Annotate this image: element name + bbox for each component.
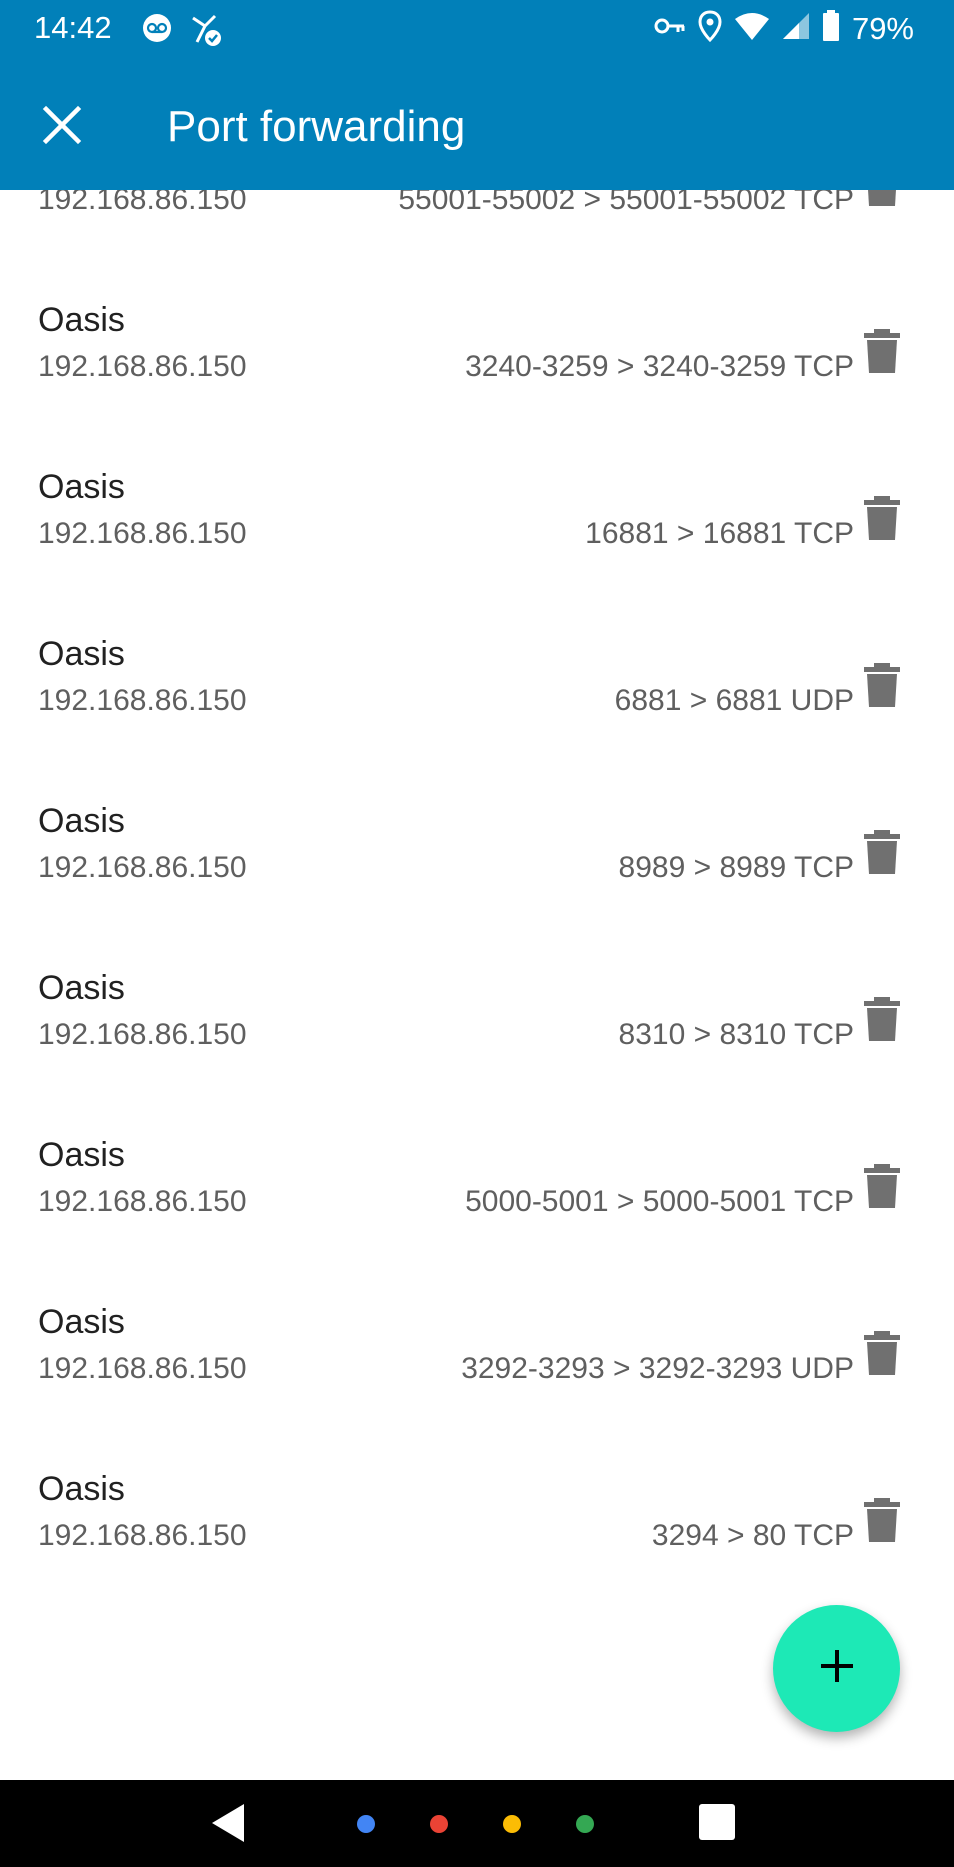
status-bar: 14:42 79% bbox=[0, 0, 954, 60]
voicemail-icon bbox=[141, 12, 173, 53]
rule-name: Oasis bbox=[38, 802, 125, 840]
rule-mapping: 55001-55002 > 55001-55002 TCP bbox=[398, 190, 854, 216]
rule-name: Oasis bbox=[38, 1303, 125, 1341]
rule-mapping: 3294 > 80 TCP bbox=[651, 1519, 854, 1552]
app-bar: Port forwarding bbox=[0, 60, 954, 190]
vpn-share-icon bbox=[187, 12, 223, 53]
rule-mapping: 16881 > 16881 TCP bbox=[585, 517, 854, 550]
delete-icon[interactable] bbox=[862, 662, 902, 708]
rule-mapping: 3240-3259 > 3240-3259 TCP bbox=[465, 350, 854, 383]
nav-dot bbox=[357, 1815, 375, 1833]
rule-mapping: 8310 > 8310 TCP bbox=[618, 1018, 854, 1051]
rule-mapping: 6881 > 6881 UDP bbox=[614, 684, 854, 717]
delete-icon[interactable] bbox=[862, 1497, 902, 1543]
close-icon[interactable] bbox=[40, 103, 84, 147]
status-time: 14:42 bbox=[34, 10, 112, 45]
rule-row[interactable]: Oasis 192.168.86.150 3240-3259 > 3240-3259… bbox=[0, 218, 954, 385]
vpn-key-icon bbox=[654, 15, 686, 42]
rule-row[interactable]: Oasis 192.168.86.150 3292-3293 > 3292-3293… bbox=[0, 1220, 954, 1387]
nav-dot bbox=[503, 1815, 521, 1833]
rule-name: Oasis bbox=[38, 1470, 125, 1508]
status-right: 79% bbox=[654, 10, 914, 47]
battery-percent: 79% bbox=[851, 10, 914, 46]
port-forward-list: 192.168.86.150 55001-55002 > 55001-55002 … bbox=[0, 190, 954, 1780]
rule-name: Oasis bbox=[38, 969, 125, 1007]
rule-ip: 192.168.86.150 bbox=[38, 1519, 247, 1552]
recents-icon[interactable] bbox=[699, 1804, 735, 1840]
rule-row[interactable]: Oasis 192.168.86.150 8989 > 8989 TCP bbox=[0, 719, 954, 886]
rule-ip: 192.168.86.150 bbox=[38, 851, 247, 884]
rule-row[interactable]: Oasis 192.168.86.150 16881 > 16881 TCP bbox=[0, 385, 954, 552]
rule-name: Oasis bbox=[38, 635, 125, 673]
rule-row[interactable]: Oasis 192.168.86.150 3294 > 80 TCP bbox=[0, 1387, 954, 1554]
rule-ip: 192.168.86.150 bbox=[38, 350, 247, 383]
rule-row[interactable]: 192.168.86.150 55001-55002 > 55001-55002 … bbox=[0, 190, 954, 218]
delete-icon[interactable] bbox=[862, 495, 902, 541]
rule-ip: 192.168.86.150 bbox=[38, 1352, 247, 1385]
rule-mapping: 8989 > 8989 TCP bbox=[618, 851, 854, 884]
nav-dot bbox=[576, 1815, 594, 1833]
back-icon[interactable] bbox=[210, 1802, 246, 1849]
home-dots-icon[interactable] bbox=[357, 1815, 594, 1833]
rule-ip: 192.168.86.150 bbox=[38, 684, 247, 717]
rule-row[interactable]: Oasis 192.168.86.150 8310 > 8310 TCP bbox=[0, 886, 954, 1053]
rule-name: Oasis bbox=[38, 301, 125, 339]
delete-icon[interactable] bbox=[862, 1330, 902, 1376]
rule-row[interactable]: Oasis 192.168.86.150 6881 > 6881 UDP bbox=[0, 552, 954, 719]
rule-name: Oasis bbox=[38, 468, 125, 506]
rule-mapping: 3292-3293 > 3292-3293 UDP bbox=[461, 1352, 854, 1385]
location-icon bbox=[698, 10, 722, 47]
delete-icon[interactable] bbox=[862, 190, 902, 207]
wifi-icon bbox=[734, 11, 770, 46]
rule-ip: 192.168.86.150 bbox=[38, 1185, 247, 1218]
rule-row[interactable]: Oasis 192.168.86.150 5000-5001 > 5000-5001… bbox=[0, 1053, 954, 1220]
rule-mapping: 5000-5001 > 5000-5001 TCP bbox=[465, 1185, 854, 1218]
page-title: Port forwarding bbox=[167, 102, 466, 151]
nav-bar bbox=[0, 1780, 954, 1867]
delete-icon[interactable] bbox=[862, 996, 902, 1042]
delete-icon[interactable] bbox=[862, 829, 902, 875]
rule-ip: 192.168.86.150 bbox=[38, 190, 247, 216]
delete-icon[interactable] bbox=[862, 328, 902, 374]
nav-dot bbox=[430, 1815, 448, 1833]
plus-icon bbox=[817, 1646, 857, 1691]
status-left-icons bbox=[141, 12, 223, 53]
add-rule-button[interactable] bbox=[773, 1605, 900, 1732]
rule-ip: 192.168.86.150 bbox=[38, 1018, 247, 1051]
rule-ip: 192.168.86.150 bbox=[38, 517, 247, 550]
delete-icon[interactable] bbox=[862, 1163, 902, 1209]
signal-icon bbox=[782, 12, 810, 45]
battery-icon bbox=[822, 10, 840, 47]
rule-name: Oasis bbox=[38, 1136, 125, 1174]
